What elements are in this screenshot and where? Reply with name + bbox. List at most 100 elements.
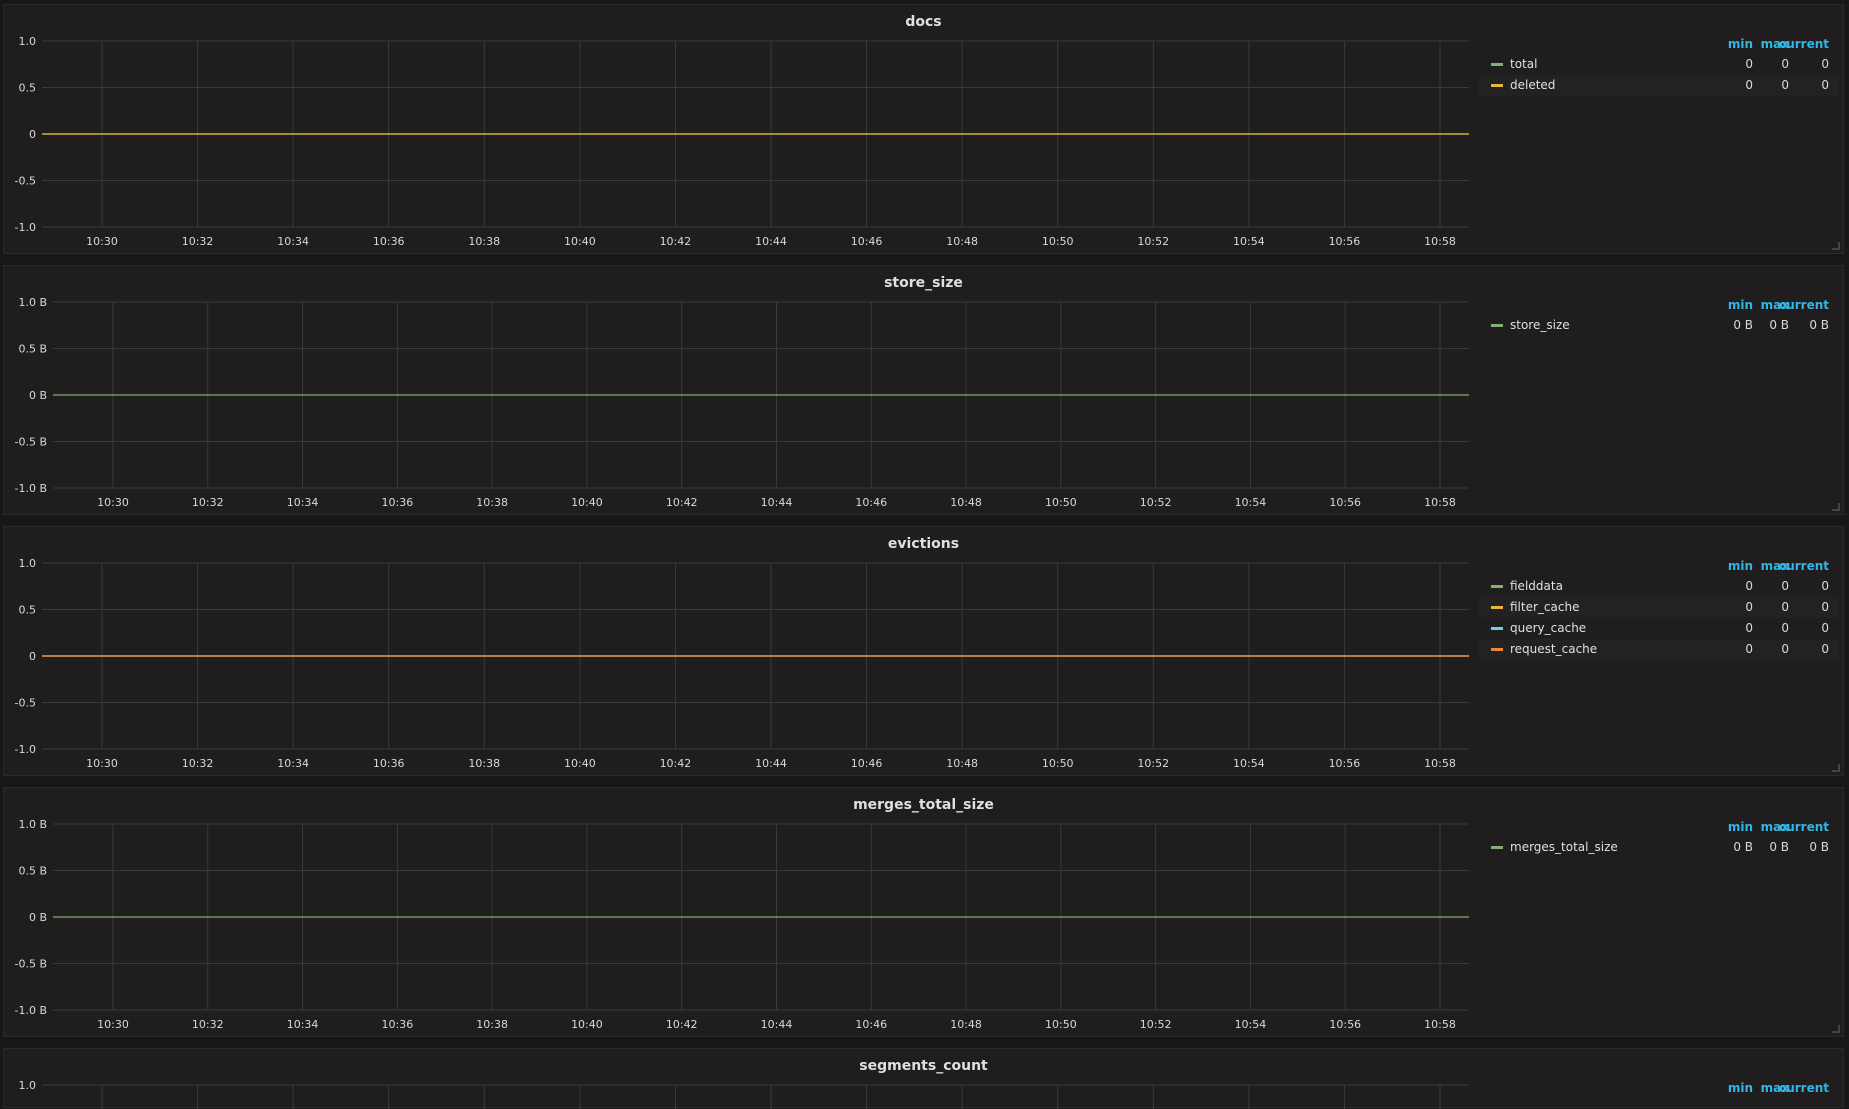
y-tick-label: -1.0 B (14, 482, 47, 495)
resize-handle[interactable] (1832, 503, 1840, 511)
resize-handle[interactable] (1832, 1025, 1840, 1033)
series-color-swatch[interactable] (1491, 627, 1503, 630)
x-tick-label: 10:32 (192, 1018, 224, 1031)
panel-docs[interactable]: docs 1.0 0.5 0 -0.5 -1.0 10:30 10:32 10:34 10:36… (3, 4, 1844, 254)
x-tick-label: 10:36 (373, 757, 405, 770)
legend-item-fielddata[interactable]: fielddata 0 0 0 (1479, 576, 1839, 597)
legend-value-max: 0 B (1769, 318, 1789, 332)
series-color-swatch[interactable] (1491, 648, 1503, 651)
series-color-swatch[interactable] (1491, 585, 1503, 588)
legend-segments-count: min max current (1479, 1081, 1839, 1098)
x-tick-label: 10:46 (855, 1018, 887, 1031)
x-tick-label: 10:30 (97, 1018, 129, 1031)
legend-value-max: 0 (1781, 600, 1789, 614)
legend-value-current: 0 (1821, 57, 1829, 71)
chart-docs[interactable]: 1.0 0.5 0 -0.5 -1.0 10:30 10:32 10:34 10:36 10:38… (4, 5, 1474, 255)
x-tick-label: 10:54 (1235, 496, 1267, 509)
x-tick-label: 10:44 (755, 757, 787, 770)
legend-column-min[interactable]: min (1728, 559, 1753, 573)
y-tick-label: 0 B (29, 911, 47, 924)
y-tick-label: 1.0 (19, 35, 37, 48)
legend-series-name[interactable]: filter_cache (1510, 597, 1579, 618)
series-color-swatch[interactable] (1491, 84, 1503, 87)
x-tick-label: 10:50 (1045, 1018, 1077, 1031)
y-tick-label: 1.0 (19, 1079, 37, 1092)
y-tick-label: 1.0 B (18, 818, 47, 831)
legend-series-name[interactable]: request_cache (1510, 639, 1597, 660)
x-tick-label: 10:46 (851, 235, 883, 248)
legend-column-min[interactable]: min (1728, 298, 1753, 312)
legend-series-name[interactable]: total (1510, 54, 1537, 75)
legend-docs: min max current total 0 0 0 deleted 0 0 0 (1479, 37, 1839, 96)
legend-value-min: 0 (1745, 642, 1753, 656)
y-tick-label: 0 (29, 650, 36, 663)
x-tick-label: 10:40 (571, 1018, 603, 1031)
legend-value-max: 0 (1781, 621, 1789, 635)
x-tick-label: 10:38 (476, 496, 508, 509)
x-tick-label: 10:40 (564, 757, 596, 770)
legend-item-total[interactable]: total 0 0 0 (1479, 54, 1839, 75)
legend-item-store_size[interactable]: store_size 0 B 0 B 0 B (1479, 315, 1839, 336)
legend-value-current: 0 B (1809, 840, 1829, 854)
legend-header: min max current (1479, 820, 1839, 837)
legend-item-query_cache[interactable]: query_cache 0 0 0 (1479, 618, 1839, 639)
legend-column-current[interactable]: current (1779, 1081, 1829, 1095)
panel-evictions[interactable]: evictions 1.0 0.5 0 -0.5 -1.0 10:30 10:32 10:34… (3, 526, 1844, 776)
y-tick-label: -1.0 B (14, 1004, 47, 1017)
x-tick-label: 10:58 (1424, 235, 1456, 248)
chart-store-size[interactable]: 1.0 B 0.5 B 0 B -0.5 B -1.0 B 10:30 10:32 10:34… (4, 266, 1474, 516)
resize-handle[interactable] (1832, 764, 1840, 772)
legend-header: min max current (1479, 1081, 1839, 1098)
x-tick-label: 10:32 (192, 496, 224, 509)
x-tick-label: 10:40 (571, 496, 603, 509)
legend-column-current[interactable]: current (1779, 37, 1829, 51)
legend-value-max: 0 (1781, 579, 1789, 593)
y-tick-label: 0.5 (19, 604, 37, 617)
legend-header: min max current (1479, 37, 1839, 54)
legend-value-min: 0 B (1733, 318, 1753, 332)
panel-segments-count[interactable]: segments_count 1.0 min max current (3, 1048, 1844, 1109)
legend-item-request_cache[interactable]: request_cache 0 0 0 (1479, 639, 1839, 660)
legend-value-current: 0 (1821, 78, 1829, 92)
series-color-swatch[interactable] (1491, 846, 1503, 849)
legend-series-name[interactable]: deleted (1510, 75, 1555, 96)
legend-column-min[interactable]: min (1728, 820, 1753, 834)
y-tick-label: 0 (29, 128, 36, 141)
x-tick-label: 10:56 (1329, 1018, 1361, 1031)
x-tick-label: 10:44 (761, 496, 793, 509)
legend-series-name[interactable]: fielddata (1510, 576, 1563, 597)
legend-value-min: 0 (1745, 78, 1753, 92)
legend-item-filter_cache[interactable]: filter_cache 0 0 0 (1479, 597, 1839, 618)
legend-item-merges_total_size[interactable]: merges_total_size 0 B 0 B 0 B (1479, 837, 1839, 858)
legend-column-current[interactable]: current (1779, 559, 1829, 573)
legend-column-current[interactable]: current (1779, 298, 1829, 312)
x-tick-label: 10:54 (1233, 235, 1265, 248)
legend-series-name[interactable]: merges_total_size (1510, 837, 1618, 858)
legend-column-current[interactable]: current (1779, 820, 1829, 834)
x-tick-label: 10:34 (287, 1018, 319, 1031)
legend-column-min[interactable]: min (1728, 1081, 1753, 1095)
panel-store-size[interactable]: store_size 1.0 B 0.5 B 0 B -0.5 B -1.0 B 10:3… (3, 265, 1844, 515)
panel-merges-total-size[interactable]: merges_total_size 1.0 B 0.5 B 0 B -0.5 B -1.… (3, 787, 1844, 1037)
x-tick-label: 10:38 (476, 1018, 508, 1031)
chart-segments-count[interactable]: 1.0 (4, 1049, 1474, 1109)
chart-evictions[interactable]: 1.0 0.5 0 -0.5 -1.0 10:30 10:32 10:34 10:36 10:38… (4, 527, 1474, 777)
legend-item-deleted[interactable]: deleted 0 0 0 (1479, 75, 1839, 96)
legend-series-name[interactable]: store_size (1510, 315, 1570, 336)
legend-column-min[interactable]: min (1728, 37, 1753, 51)
x-tick-label: 10:36 (373, 235, 405, 248)
chart-merges-total-size[interactable]: 1.0 B 0.5 B 0 B -0.5 B -1.0 B 10:30 10:32 10:34… (4, 788, 1474, 1038)
resize-handle[interactable] (1832, 242, 1840, 250)
y-tick-label: -0.5 B (14, 958, 47, 971)
legend-value-current: 0 (1821, 642, 1829, 656)
series-color-swatch[interactable] (1491, 63, 1503, 66)
x-tick-label: 10:52 (1137, 235, 1169, 248)
legend-header: min max current (1479, 298, 1839, 315)
series-color-swatch[interactable] (1491, 606, 1503, 609)
legend-series-name[interactable]: query_cache (1510, 618, 1586, 639)
x-tick-label: 10:30 (86, 757, 118, 770)
x-tick-label: 10:56 (1329, 235, 1361, 248)
y-tick-label: 0.5 B (18, 865, 47, 878)
series-color-swatch[interactable] (1491, 324, 1503, 327)
y-tick-label: -0.5 B (14, 436, 47, 449)
